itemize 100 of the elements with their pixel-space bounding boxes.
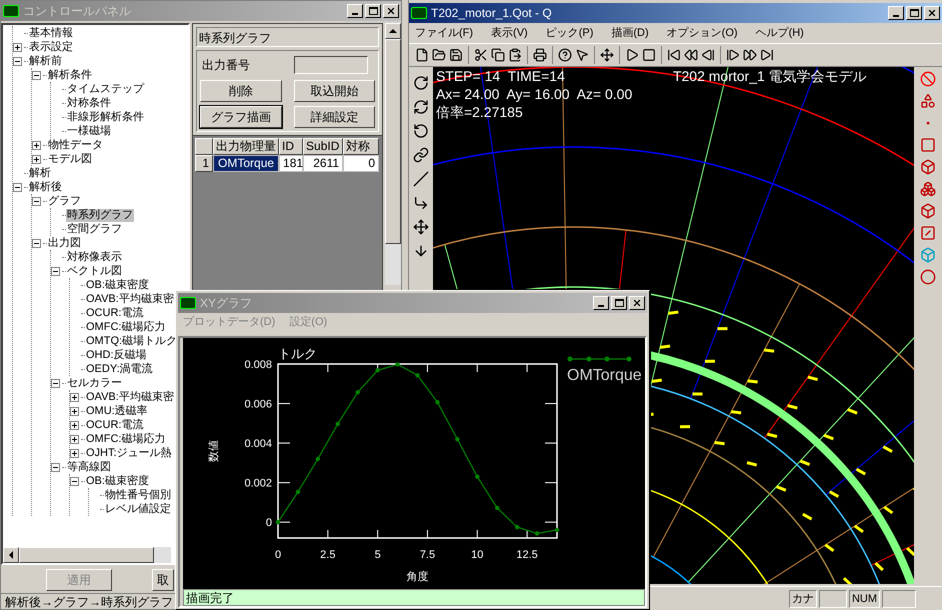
tree-item[interactable]: 物性データ (47, 138, 104, 152)
minimize-button[interactable] (347, 4, 363, 18)
fast-forward-icon[interactable] (743, 48, 757, 62)
expand-toggle-icon[interactable] (70, 448, 79, 458)
skip-end-icon[interactable] (760, 48, 774, 62)
footer-button[interactable]: 取 (152, 569, 174, 591)
table-cell[interactable]: 0 (343, 155, 380, 172)
cubes-icon[interactable] (920, 181, 936, 197)
tree-item[interactable]: OHD:反磁場 (85, 348, 148, 362)
tree-item[interactable]: 解析 (28, 166, 52, 180)
stop-icon[interactable] (642, 48, 656, 62)
rewind-icon[interactable] (684, 48, 698, 62)
open-folder-icon[interactable] (432, 48, 446, 62)
tree-item[interactable]: 空間グラフ (66, 222, 123, 236)
tree-item[interactable]: モデル図 (47, 152, 93, 166)
scissors-icon[interactable] (474, 48, 488, 62)
tree-item[interactable]: OMU:透磁率 (85, 404, 149, 418)
play-icon[interactable] (625, 48, 639, 62)
move-icon[interactable] (412, 219, 429, 235)
maximize-button[interactable] (906, 6, 922, 20)
scroll-up-icon[interactable] (385, 23, 401, 39)
tree-item[interactable]: レベル値設定 (104, 502, 172, 516)
link-icon[interactable] (412, 147, 429, 163)
expand-toggle-icon[interactable] (70, 420, 79, 430)
rotate-icon[interactable] (412, 75, 429, 91)
collapse-toggle-icon[interactable] (32, 238, 41, 248)
column-header[interactable]: SubID (303, 138, 344, 155)
tree-item[interactable]: 等高線図 (66, 460, 112, 474)
column-header[interactable]: 対称 (343, 138, 380, 155)
panel-button[interactable]: 削除 (200, 80, 282, 102)
tree-item[interactable]: OEDY:渦電流 (85, 362, 154, 376)
tree-item[interactable]: ベクトル図 (66, 264, 123, 278)
square-icon[interactable] (920, 137, 936, 153)
tree-item[interactable]: 対称条件 (66, 96, 112, 110)
tree-item[interactable]: OMFC:磁場応力 (85, 432, 166, 446)
menu-item[interactable]: 描画(D) (611, 24, 649, 42)
tree-item[interactable]: OAVB:平均磁束密 (85, 390, 175, 404)
tree-item[interactable]: OB:磁束密度 (85, 474, 150, 488)
vertical-scrollbar[interactable] (385, 23, 401, 285)
tree-item[interactable]: 一様磁場 (66, 124, 112, 138)
cube-outline-icon[interactable] (920, 203, 936, 219)
table-cell[interactable]: 181 (279, 155, 304, 172)
tree-item[interactable]: 表示設定 (28, 40, 74, 54)
row-header[interactable]: 1 (195, 155, 214, 172)
shapes-icon[interactable] (920, 93, 936, 109)
cube-icon[interactable] (920, 159, 936, 175)
no-entry-icon[interactable] (920, 71, 936, 87)
table-cell[interactable]: OMTorque (213, 155, 280, 172)
close-button[interactable] (383, 4, 399, 18)
table-cell[interactable]: 2611 (303, 155, 344, 172)
horizontal-scrollbar[interactable] (3, 547, 171, 563)
expand-toggle-icon[interactable] (70, 434, 79, 444)
tree-item[interactable]: タイムステップ (66, 82, 145, 96)
panel-button[interactable]: 詳細設定 (294, 106, 376, 128)
expand-toggle-icon[interactable] (13, 42, 22, 52)
tree-item[interactable]: 解析前 (28, 54, 63, 68)
minimize-button[interactable] (593, 296, 609, 310)
tree-item[interactable]: グラフ (47, 194, 82, 208)
slash-icon[interactable] (412, 171, 429, 187)
tree-item[interactable]: OCUR:電流 (85, 418, 144, 432)
column-header[interactable]: 出力物理量 (213, 138, 280, 155)
expand-toggle-icon[interactable] (32, 154, 41, 164)
tree-item[interactable]: OJHT:ジュール熱 (85, 446, 173, 460)
tree-item[interactable]: 解析後 (28, 180, 63, 194)
tree-item[interactable]: OB:磁束密度 (85, 278, 150, 292)
expand-toggle-icon[interactable] (70, 392, 79, 402)
rotate-left-icon[interactable] (412, 123, 429, 139)
circle-icon[interactable] (920, 269, 936, 285)
tree-item[interactable]: 非線形解析条件 (66, 110, 145, 124)
menu-item[interactable]: 表示(V) (491, 24, 528, 42)
menu-item[interactable]: オプション(O) (666, 24, 738, 42)
output-number-field[interactable] (294, 56, 368, 74)
new-file-icon[interactable] (415, 48, 429, 62)
tree-item[interactable]: 出力図 (47, 236, 82, 250)
tree-item[interactable]: 時系列グラフ (66, 208, 134, 222)
panel-button[interactable]: 取込開始 (294, 80, 376, 102)
expand-toggle-icon[interactable] (70, 406, 79, 416)
expand-toggle-icon[interactable] (32, 140, 41, 150)
tree-item[interactable]: OAVB:平均磁束密 (85, 292, 175, 306)
tree-item[interactable]: OCUR:電流 (85, 306, 144, 320)
panel-button[interactable]: グラフ描画 (200, 106, 282, 128)
step-back-icon[interactable] (701, 48, 715, 62)
collapse-toggle-icon[interactable] (51, 266, 60, 276)
scroll-left-icon[interactable] (3, 547, 19, 563)
menu-item[interactable]: ファイル(F) (415, 24, 474, 42)
collapse-toggle-icon[interactable] (32, 70, 41, 80)
column-header[interactable]: ID (279, 138, 304, 155)
close-button[interactable] (629, 296, 645, 310)
scroll-thumb[interactable] (385, 39, 401, 244)
collapse-toggle-icon[interactable] (13, 182, 22, 192)
maximize-button[interactable] (611, 296, 627, 310)
corner-icon[interactable] (412, 195, 429, 211)
diagonal-square-icon[interactable] (920, 225, 936, 241)
collapse-toggle-icon[interactable] (51, 462, 60, 472)
copy-icon[interactable] (491, 48, 505, 62)
help-icon[interactable] (558, 48, 572, 62)
tree-item[interactable]: OMTQ:磁場トルク (85, 334, 178, 348)
tree-item[interactable]: OMFC:磁場応力 (85, 320, 166, 334)
save-icon[interactable] (449, 48, 463, 62)
menu-item[interactable]: ピック(P) (546, 24, 594, 42)
